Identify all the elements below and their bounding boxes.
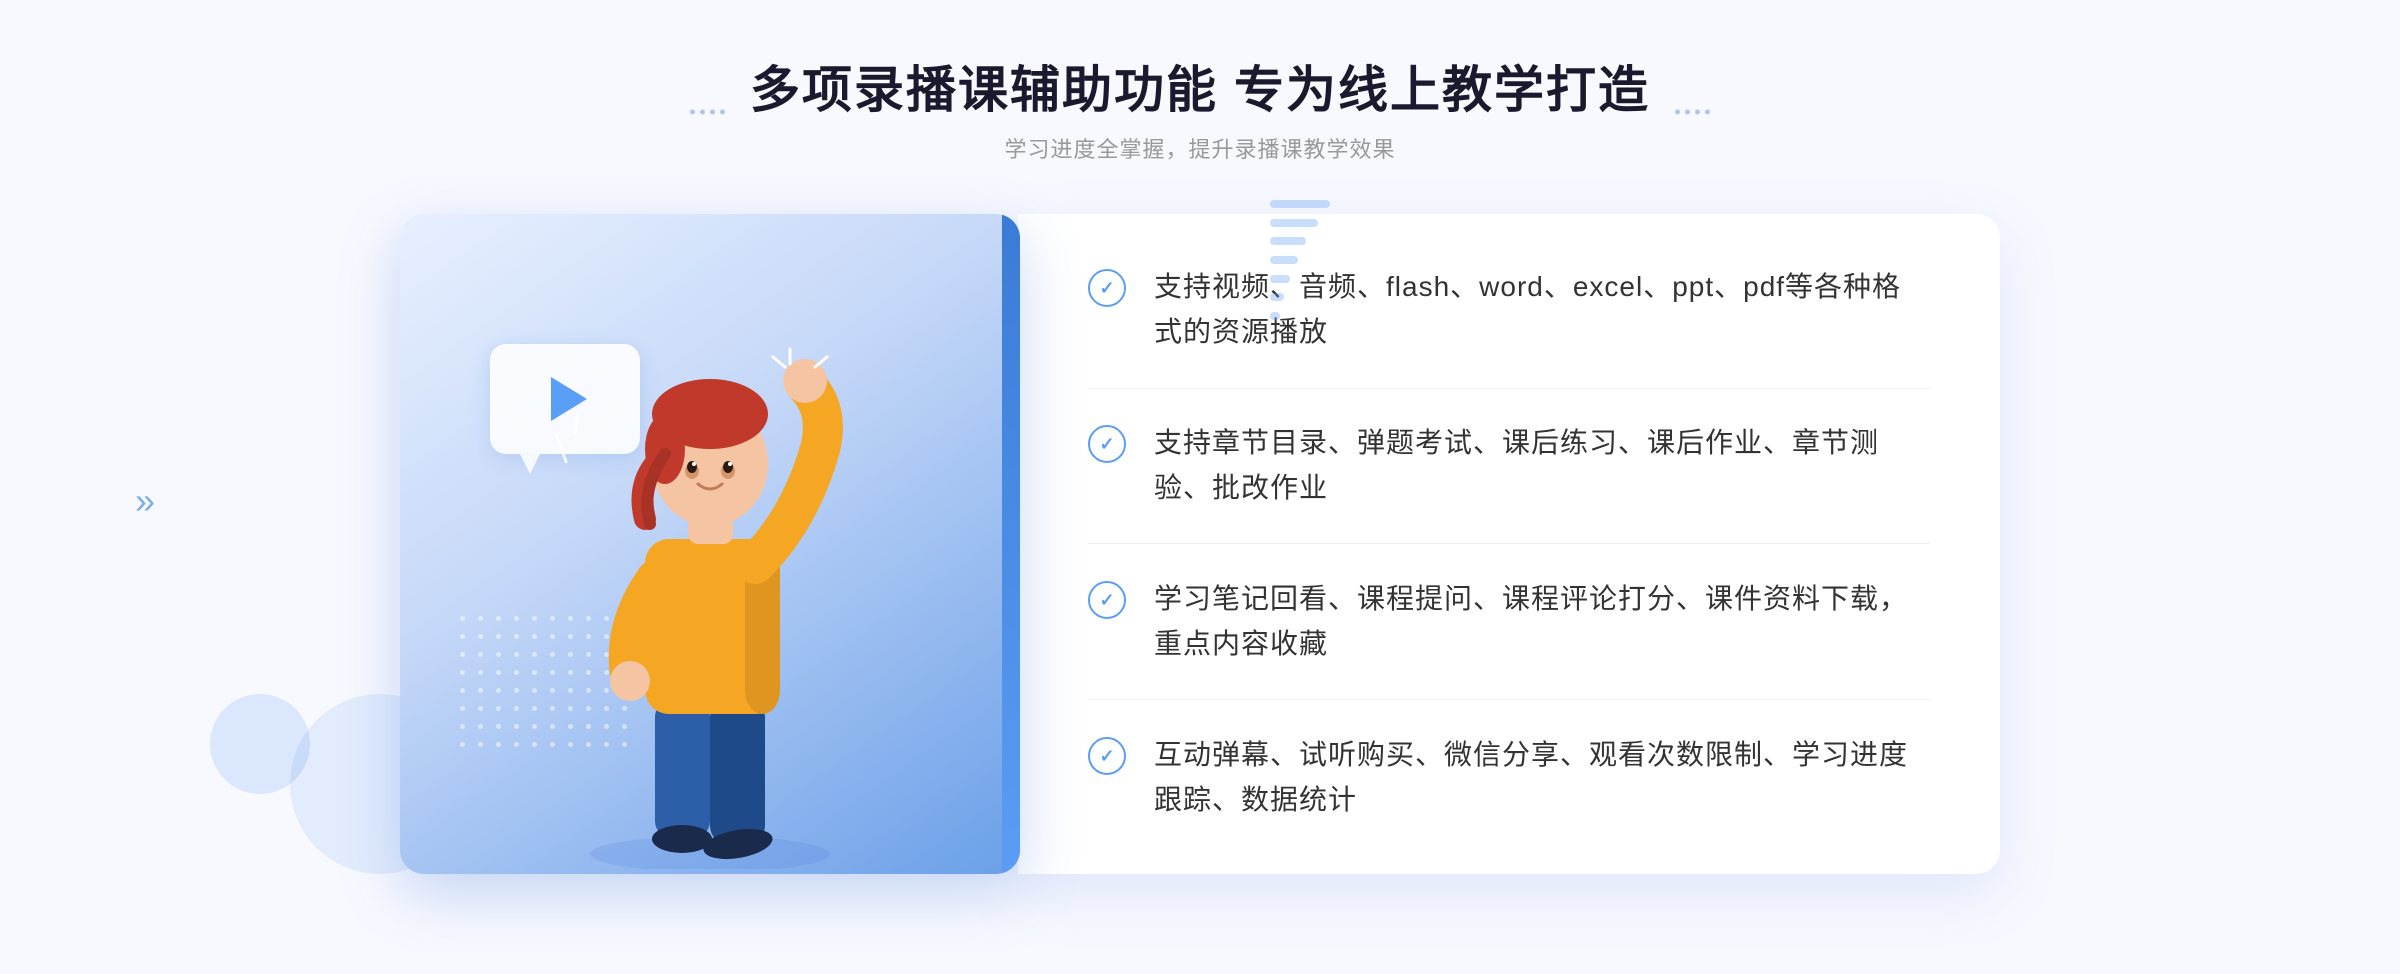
deco-lines bbox=[1270, 200, 1330, 320]
feature-item-4: ✓ 互动弹幕、试听购买、微信分享、观看次数限制、学习进度跟踪、数据统计 bbox=[1088, 723, 1930, 833]
features-panel: ✓ 支持视频、音频、flash、word、excel、ppt、pdf等各种格式的… bbox=[1018, 214, 2000, 874]
header-dots-right bbox=[1675, 110, 1710, 115]
main-title: 多项录播课辅助功能 专为线上教学打造 bbox=[750, 60, 1650, 120]
feature-divider-1 bbox=[1088, 388, 1930, 389]
accent-bar bbox=[1002, 214, 1020, 874]
subtitle: 学习进度全掌握，提升录播课教学效果 bbox=[750, 132, 1650, 164]
feature-item-3: ✓ 学习笔记回看、课程提问、课程评论打分、课件资料下载，重点内容收藏 bbox=[1088, 567, 1930, 677]
check-icon-4: ✓ bbox=[1088, 737, 1126, 775]
feature-text-3: 学习笔记回看、课程提问、课程评论打分、课件资料下载，重点内容收藏 bbox=[1154, 577, 1930, 667]
feature-divider-3 bbox=[1088, 699, 1930, 700]
page-container: » 多项录播课辅助功能 专为线上教学打造 学习进度全掌握，提升录播课教学效果 bbox=[0, 0, 2400, 974]
chevron-left-decoration: » bbox=[135, 480, 155, 522]
check-icon-2: ✓ bbox=[1088, 425, 1126, 463]
feature-text-2: 支持章节目录、弹题考试、课后练习、课后作业、章节测验、批改作业 bbox=[1154, 421, 1930, 511]
feature-divider-2 bbox=[1088, 543, 1930, 544]
header-section: 多项录播课辅助功能 专为线上教学打造 学习进度全掌握，提升录播课教学效果 bbox=[750, 60, 1650, 164]
feature-item-2: ✓ 支持章节目录、弹题考试、课后练习、课后作业、章节测验、批改作业 bbox=[1088, 411, 1930, 521]
illustration-card bbox=[400, 214, 1020, 874]
deco-circle-small bbox=[210, 694, 310, 794]
check-icon-3: ✓ bbox=[1088, 581, 1126, 619]
person-illustration bbox=[490, 309, 930, 874]
check-icon-1: ✓ bbox=[1088, 269, 1126, 307]
header-dots-left bbox=[690, 110, 725, 115]
feature-item-1: ✓ 支持视频、音频、flash、word、excel、ppt、pdf等各种格式的… bbox=[1088, 255, 1930, 365]
feature-text-4: 互动弹幕、试听购买、微信分享、观看次数限制、学习进度跟踪、数据统计 bbox=[1154, 733, 1930, 823]
content-area: ✓ 支持视频、音频、flash、word、excel、ppt、pdf等各种格式的… bbox=[400, 214, 2000, 874]
